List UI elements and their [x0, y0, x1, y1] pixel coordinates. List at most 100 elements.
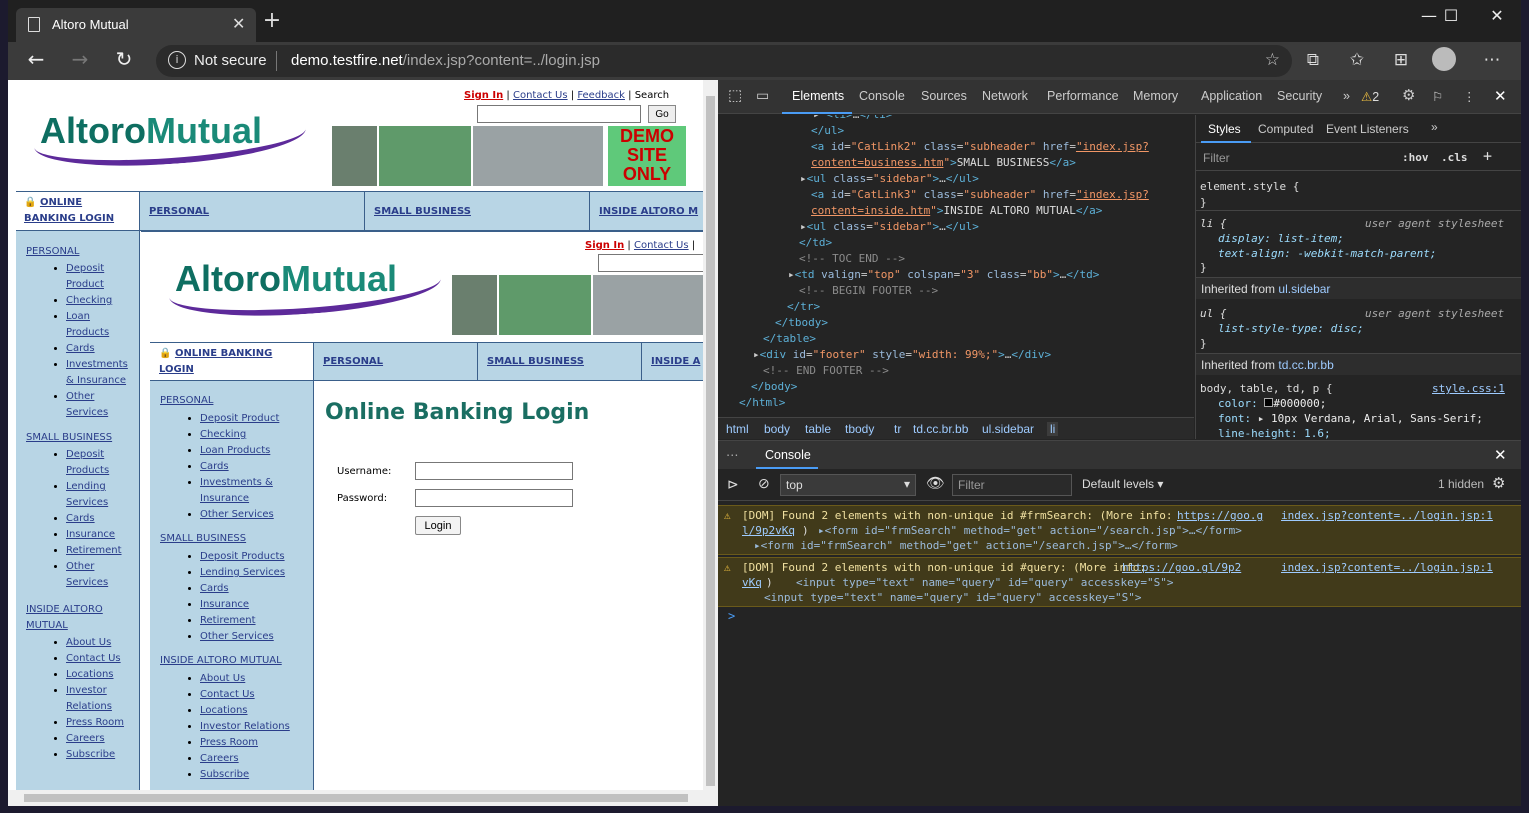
inner-nav-personal[interactable]: PERSONAL	[314, 343, 478, 380]
info-icon[interactable]: i	[168, 51, 186, 69]
console-warning[interactable]: ⚠ [DOM] Found 2 elements with non-unique…	[718, 557, 1521, 607]
inner-search-input[interactable]	[598, 254, 708, 272]
tab-console[interactable]: Console	[859, 89, 905, 103]
list-item[interactable]: Insurance	[200, 597, 285, 613]
dom-line[interactable]: <!-- END FOOTER -->	[763, 363, 889, 379]
list-item[interactable]: Deposit Product	[200, 411, 279, 427]
list-item[interactable]: Contact Us	[200, 687, 290, 703]
dom-line[interactable]: <!-- BEGIN FOOTER -->	[799, 283, 938, 299]
clear-console-icon[interactable]: ⊘	[758, 475, 770, 492]
tab-security[interactable]: Security	[1277, 89, 1322, 103]
console-filter-input[interactable]: Filter	[952, 474, 1072, 496]
ul-rule[interactable]: ul {	[1200, 307, 1227, 320]
back-icon[interactable]: ←	[21, 47, 51, 71]
more-menu-icon[interactable]: ⋯	[1478, 50, 1506, 70]
more-info-link[interactable]: https://goo.g	[1177, 508, 1263, 524]
list-item[interactable]: DepositProduct	[66, 261, 128, 293]
sidebar-toggle-icon[interactable]: ⊳	[727, 476, 739, 493]
dom-line[interactable]: </body>	[751, 379, 797, 395]
cls-toggle[interactable]: .cls	[1441, 151, 1468, 164]
dom-line[interactable]: ▸<ul class="sidebar">…</ul>	[800, 219, 979, 235]
drawer-menu-icon[interactable]: ⋯	[726, 447, 739, 462]
crumb[interactable]: html	[726, 422, 749, 436]
styles-filter-input[interactable]: Filter	[1203, 151, 1230, 165]
crumb[interactable]: table	[805, 422, 831, 436]
tab-elements[interactable]: Elements	[792, 89, 844, 103]
list-item[interactable]: OtherServices	[66, 559, 122, 591]
inner-sidebar-inside[interactable]: INSIDE ALTORO MUTUAL	[160, 655, 282, 666]
collections-icon[interactable]: ⊞	[1387, 50, 1415, 70]
favorites-icon[interactable]: ✩	[1343, 50, 1371, 70]
dom-line[interactable]: </ul>	[811, 123, 844, 139]
list-item[interactable]: Other Services	[200, 507, 279, 523]
dom-line[interactable]: content=business.htm">SMALL BUSINESS</a>	[811, 155, 1076, 171]
live-expression-eye-icon[interactable]: 👁	[926, 474, 945, 492]
list-item[interactable]: Locations	[66, 667, 124, 683]
list-item[interactable]: Insurance	[66, 527, 122, 543]
inner-nav-inside[interactable]: INSIDE A	[642, 343, 703, 380]
list-item[interactable]: Careers	[66, 731, 124, 747]
device-toolbar-icon[interactable]: ▭	[756, 87, 769, 104]
extension-icon[interactable]: ⧉	[1299, 50, 1327, 70]
element-style-rule[interactable]: element.style {	[1200, 180, 1299, 193]
close-tab-icon[interactable]: ✕	[232, 14, 245, 33]
display-decl[interactable]: display: list-item;	[1218, 232, 1344, 245]
username-field[interactable]	[415, 462, 573, 480]
list-item[interactable]: Contact Us	[66, 651, 124, 667]
dom-line[interactable]: </tr>	[787, 299, 820, 315]
inspect-icon[interactable]: ⬚	[728, 86, 742, 104]
list-item[interactable]: Retirement	[200, 613, 285, 629]
crumb[interactable]: tr	[894, 422, 901, 436]
go-button[interactable]: Go	[648, 105, 676, 123]
list-item[interactable]: Checking	[66, 293, 128, 309]
more-style-tabs-icon[interactable]: »	[1431, 120, 1438, 134]
hov-toggle[interactable]: :hov	[1402, 151, 1429, 164]
list-item[interactable]: Checking	[200, 427, 279, 443]
dom-line[interactable]: <a id="CatLink3" class="subheader" href=…	[811, 187, 1149, 203]
list-item[interactable]: Investments &Insurance	[200, 475, 279, 507]
tab-application[interactable]: Application	[1201, 89, 1262, 103]
sidebar-inside-altoro[interactable]: INSIDE ALTORO MUTUAL	[26, 602, 103, 634]
favorite-star-icon[interactable]: ☆	[1265, 50, 1280, 70]
list-item[interactable]: Locations	[200, 703, 290, 719]
login-button[interactable]: Login	[415, 516, 461, 535]
node-ref[interactable]: <input type="text" name="query" id="quer…	[796, 575, 1174, 591]
tab-network[interactable]: Network	[982, 89, 1028, 103]
list-item[interactable]: About Us	[66, 635, 124, 651]
dom-line[interactable]: </td>	[799, 235, 832, 251]
more-tabs-icon[interactable]: »	[1343, 89, 1350, 103]
dom-line[interactable]: <!-- TOC END -->	[799, 251, 905, 267]
tab-styles[interactable]: Styles	[1208, 122, 1241, 136]
crumb-active[interactable]: li	[1047, 422, 1059, 436]
node-ref[interactable]: <input type="text" name="query" id="quer…	[764, 590, 1142, 606]
list-item[interactable]: Cards	[200, 581, 285, 597]
console-settings-gear-icon[interactable]: ⚙	[1492, 474, 1505, 492]
new-tab-button[interactable]: +	[260, 8, 284, 33]
list-item[interactable]: LendingServices	[66, 479, 122, 511]
list-item[interactable]: DepositProducts	[66, 447, 122, 479]
console-prompt[interactable]: >	[728, 609, 735, 623]
settings-gear-icon[interactable]: ⚙	[1402, 86, 1415, 104]
contact-link[interactable]: Contact Us	[513, 90, 568, 101]
close-window-icon[interactable]: ✕	[1474, 6, 1520, 25]
inner-nav-small-business[interactable]: SMALL BUSINESS	[478, 343, 642, 380]
close-devtools-icon[interactable]: ✕	[1494, 87, 1507, 105]
list-item[interactable]: Deposit Products	[200, 549, 285, 565]
nav-online-banking-login[interactable]: 🔒 ONLINE BANKING LOGIN	[16, 192, 140, 230]
close-drawer-icon[interactable]: ✕	[1494, 446, 1507, 464]
more-info-link[interactable]: https://goo.gl/9p2	[1122, 560, 1241, 576]
dom-line[interactable]: </tbody>	[775, 315, 828, 331]
vertical-scrollbar[interactable]	[703, 80, 718, 790]
tab-sources[interactable]: Sources	[921, 89, 967, 103]
tab-computed[interactable]: Computed	[1258, 122, 1313, 136]
inner-nav-login[interactable]: 🔒 ONLINE BANKING LOGIN	[150, 343, 314, 380]
dom-tree[interactable]: ▸ <li>…</li> </ul> <a id="CatLink2" clas…	[718, 115, 1194, 417]
dom-line[interactable]: ▸ <li>…</li>	[813, 115, 893, 123]
list-item[interactable]: Loan Products	[200, 443, 279, 459]
list-item[interactable]: Careers	[200, 751, 290, 767]
forward-icon[interactable]: →	[65, 47, 95, 71]
dom-line[interactable]: ▸<td valign="top" colspan="3" class="bb"…	[788, 267, 1099, 283]
style-source-link[interactable]: style.css:1	[1432, 382, 1505, 395]
maximize-icon[interactable]: ☐	[1428, 6, 1474, 25]
node-ref[interactable]: ▸<form id="frmSearch" method="get" actio…	[818, 523, 1242, 539]
